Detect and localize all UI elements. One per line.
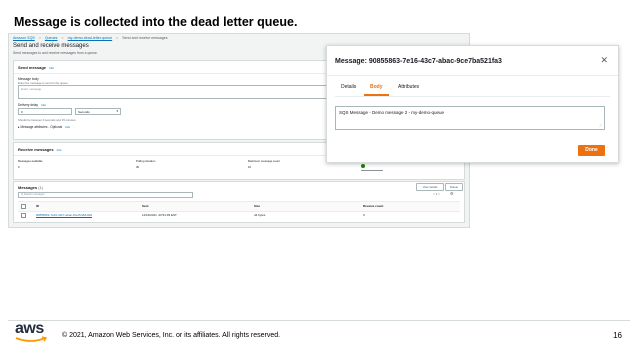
column-header-id[interactable]: ID bbox=[36, 204, 39, 208]
polling-duration-label: Polling duration bbox=[136, 159, 156, 163]
row-checkbox[interactable] bbox=[21, 213, 26, 218]
message-id-link[interactable]: 90855863-7e16-43c7-abac-9ce7ba521fa3 bbox=[36, 213, 92, 217]
column-header-sent[interactable]: Sent bbox=[142, 204, 149, 208]
polling-duration-value: 30 bbox=[136, 165, 140, 169]
breadcrumb-current: Send and receive messages bbox=[122, 36, 168, 40]
resize-handle-icon[interactable]: ⟋ bbox=[599, 123, 602, 128]
close-icon[interactable]: ✕ bbox=[600, 56, 608, 65]
delivery-delay-input[interactable]: 0 bbox=[18, 108, 72, 115]
chevron-down-icon: ▾ bbox=[116, 109, 118, 113]
info-link[interactable]: Info bbox=[49, 66, 54, 70]
search-messages-input[interactable]: Q Search messages bbox=[18, 192, 193, 198]
messages-header: Messages (1) bbox=[18, 185, 44, 190]
info-link[interactable]: Info bbox=[65, 125, 70, 129]
breadcrumb-separator: > bbox=[116, 36, 119, 40]
breadcrumb-queue[interactable]: my-demo-dead-letter-queue bbox=[68, 36, 113, 40]
delete-button[interactable]: Delete bbox=[445, 183, 463, 191]
settings-gear-icon[interactable]: ⚙ bbox=[450, 191, 454, 196]
aws-smile-icon bbox=[15, 336, 48, 342]
breadcrumb-queues[interactable]: Queues bbox=[45, 36, 58, 40]
delivery-delay-unit-select[interactable]: Seconds ▾ bbox=[75, 108, 121, 115]
page-subtitle: Send messages to and receive messages fr… bbox=[13, 51, 98, 55]
breadcrumb: Amazon SQS > Queues > my-demo-dead-lette… bbox=[13, 36, 171, 40]
message-detail-modal: Message: 90855863-7e16-43c7-abac-9ce7ba5… bbox=[326, 45, 619, 163]
page-number: 16 bbox=[613, 331, 622, 340]
view-details-button[interactable]: View details bbox=[416, 183, 444, 191]
aws-logo: aws bbox=[15, 320, 53, 342]
messages-available-value: 0 bbox=[18, 165, 20, 169]
message-size: 44 bytes bbox=[254, 213, 266, 217]
send-message-header: Send message Info bbox=[18, 65, 55, 70]
messages-available-label: Messages available bbox=[18, 159, 43, 163]
message-sent-time: 11/16/2021, 20:51:39 EST bbox=[142, 213, 177, 217]
divider bbox=[335, 96, 610, 97]
tab-body[interactable]: Body bbox=[370, 84, 383, 90]
tab-attributes[interactable]: Attributes bbox=[398, 84, 419, 90]
message-receive-count: 0 bbox=[363, 213, 365, 217]
column-header-size[interactable]: Size bbox=[254, 204, 260, 208]
info-link[interactable]: Info bbox=[41, 103, 46, 107]
copyright-text: © 2021, Amazon Web Services, Inc. or its… bbox=[62, 332, 281, 339]
success-check-icon bbox=[361, 164, 365, 168]
breadcrumb-separator: > bbox=[61, 36, 64, 40]
divider bbox=[327, 75, 618, 76]
tab-details[interactable]: Details bbox=[341, 84, 356, 90]
max-message-count-label: Maximum message count bbox=[248, 159, 280, 163]
delivery-delay-label: Delivery delay Info bbox=[18, 103, 47, 107]
info-link[interactable]: Info bbox=[57, 148, 62, 152]
messages-panel: Messages (1) View details Delete Q Searc… bbox=[13, 181, 465, 223]
modal-title: Message: 90855863-7e16-43c7-abac-9ce7ba5… bbox=[335, 58, 502, 65]
max-message-count-value: 10 bbox=[248, 165, 252, 169]
table-row[interactable]: 90855863-7e16-43c7-abac-9ce7ba521fa3 11/… bbox=[18, 211, 460, 220]
column-header-receive-count[interactable]: Receive count bbox=[363, 204, 383, 208]
select-all-checkbox[interactable] bbox=[21, 204, 26, 209]
page-title: Send and receive messages bbox=[13, 43, 89, 49]
done-button[interactable]: Done bbox=[578, 145, 605, 156]
message-body-textarea[interactable]: SQS Message - Demo message 2 - my-demo-q… bbox=[335, 106, 605, 130]
receive-messages-header: Receive messages Info bbox=[18, 147, 62, 152]
slide-title: Message is collected into the dead lette… bbox=[14, 15, 298, 29]
breadcrumb-amazon-sqs[interactable]: Amazon SQS bbox=[13, 36, 35, 40]
delivery-delay-hint: Should be between 0 seconds and 15 minut… bbox=[18, 118, 77, 122]
message-attributes-toggle[interactable]: ▸ Message attributes - Optional Info bbox=[18, 125, 70, 129]
polling-progress-bar bbox=[361, 170, 383, 171]
pagination[interactable]: < 1 > bbox=[433, 192, 440, 196]
footer-divider bbox=[8, 320, 630, 321]
breadcrumb-separator: > bbox=[38, 36, 41, 40]
